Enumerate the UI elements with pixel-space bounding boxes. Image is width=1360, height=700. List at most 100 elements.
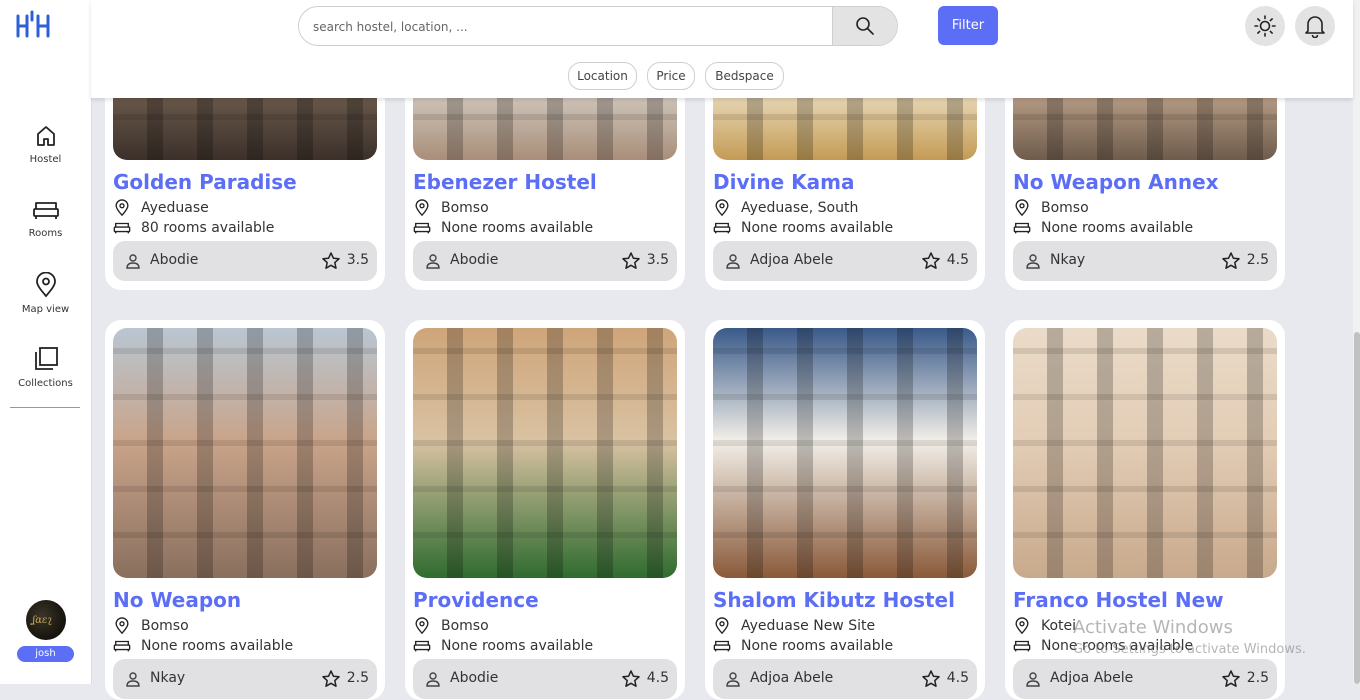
windows-watermark-subtitle: Go to Settings to activate Windows. xyxy=(1073,642,1306,657)
hostel-location-text: Ayeduase, South xyxy=(741,200,859,216)
search-bar xyxy=(298,6,898,46)
app-logo-icon[interactable] xyxy=(14,10,54,40)
bed-icon xyxy=(713,640,731,652)
bed-icon xyxy=(413,222,431,234)
user-icon xyxy=(726,672,740,687)
hostel-card[interactable]: Providence Bomso None rooms available Abodi… xyxy=(405,320,685,700)
hostel-rooms-text: 80 rooms available xyxy=(141,220,275,236)
hostel-rating: 2.5 xyxy=(1246,252,1269,268)
owner-bar: Adjoa Abele 4.5 xyxy=(713,241,977,281)
location-pin-icon xyxy=(1015,617,1029,635)
hostel-rooms-text: None rooms available xyxy=(441,220,594,236)
hostel-photo[interactable] xyxy=(1013,328,1277,578)
windows-watermark-title: Activate Windows xyxy=(1073,617,1233,638)
owner-bar: Abodie 4.5 xyxy=(413,659,677,699)
hostel-photo[interactable] xyxy=(713,328,977,578)
star-icon xyxy=(1222,670,1240,687)
hostel-name[interactable]: Shalom Kibutz Hostel xyxy=(713,588,955,612)
hostel-rooms-text: None rooms available xyxy=(441,638,594,654)
location-pin-icon xyxy=(115,199,129,217)
user-icon xyxy=(426,672,440,687)
bed-icon xyxy=(713,222,731,234)
hostel-location: Bomso xyxy=(413,617,489,635)
hostel-location: Bomso xyxy=(113,617,189,635)
hostel-rating: 3.5 xyxy=(346,252,369,268)
user-icon xyxy=(726,254,740,269)
home-icon xyxy=(36,126,55,146)
chip-bedspace[interactable]: Bedspace xyxy=(705,62,784,90)
hostel-photo[interactable] xyxy=(413,328,677,578)
sidebar-item-label: Collections xyxy=(18,378,73,389)
user-icon xyxy=(426,254,440,269)
hostel-location: Ayeduase New Site xyxy=(713,617,875,635)
hostel-location-text: Ayeduase xyxy=(141,200,209,216)
hostel-card[interactable]: Shalom Kibutz Hostel Ayeduase New Site Non… xyxy=(705,320,985,700)
user-icon xyxy=(126,254,140,269)
hostel-location: Bomso xyxy=(413,199,489,217)
sidebar-item-hostel[interactable]: Hostel xyxy=(0,124,91,165)
sidebar: Hostel Rooms Map view Collections ʆɑɛʅ j… xyxy=(0,0,92,684)
hostel-rating: 3.5 xyxy=(646,252,669,268)
sidebar-item-collections[interactable]: Collections xyxy=(0,346,91,389)
hostel-rooms: None rooms available xyxy=(413,638,593,654)
sidebar-item-label: Hostel xyxy=(29,154,62,165)
search-input[interactable] xyxy=(311,7,825,45)
sidebar-item-rooms[interactable]: Rooms xyxy=(0,198,91,239)
location-pin-icon xyxy=(415,617,429,635)
search-button[interactable] xyxy=(832,7,897,45)
hostel-name[interactable]: Golden Paradise xyxy=(113,170,297,194)
owner-name: Nkay xyxy=(1050,252,1086,268)
theme-toggle-button[interactable] xyxy=(1245,6,1285,46)
bed-icon xyxy=(113,640,131,652)
owner-bar: Nkay 2.5 xyxy=(1013,241,1277,281)
hostel-location: Bomso xyxy=(1013,199,1089,217)
bell-icon xyxy=(1305,16,1325,38)
filter-button[interactable]: Filter xyxy=(938,6,998,45)
bed-icon xyxy=(32,202,59,219)
bed-icon xyxy=(1013,640,1031,652)
hostel-rooms: None rooms available xyxy=(713,220,893,236)
hostel-location: Ayeduase, South xyxy=(713,199,858,217)
avatar[interactable]: ʆɑɛʅ xyxy=(26,600,66,640)
scrollbar-thumb[interactable] xyxy=(1354,332,1360,684)
notifications-button[interactable] xyxy=(1295,6,1335,46)
location-pin-icon xyxy=(715,617,729,635)
hostel-location-text: Bomso xyxy=(441,200,489,216)
location-pin-icon xyxy=(415,199,429,217)
hostel-name[interactable]: No Weapon xyxy=(113,588,241,612)
hostel-name[interactable]: Ebenezer Hostel xyxy=(413,170,597,194)
bed-icon xyxy=(113,222,131,234)
hostel-card[interactable]: No Weapon Bomso None rooms available Nkay 2.… xyxy=(105,320,385,700)
hostel-rooms: None rooms available xyxy=(713,638,893,654)
hostel-location-text: Bomso xyxy=(441,618,489,634)
hostel-rooms: None rooms available xyxy=(413,220,593,236)
location-pin-icon xyxy=(1015,199,1029,217)
hostel-name[interactable]: Divine Kama xyxy=(713,170,854,194)
hostel-name[interactable]: No Weapon Annex xyxy=(1013,170,1219,194)
hostel-location-text: Ayeduase New Site xyxy=(741,618,876,634)
sidebar-item-map-view[interactable]: Map view xyxy=(0,272,91,315)
star-icon xyxy=(922,670,940,687)
map-pin-icon xyxy=(35,272,56,298)
owner-name: Adjoa Abele xyxy=(750,252,834,268)
hostel-location-text: Bomso xyxy=(1041,200,1089,216)
owner-name: Abodie xyxy=(450,252,499,268)
hostel-photo[interactable] xyxy=(113,328,377,578)
location-pin-icon xyxy=(115,617,129,635)
star-icon xyxy=(622,252,640,269)
chip-price[interactable]: Price xyxy=(647,62,695,90)
user-name-badge[interactable]: josh xyxy=(17,646,74,662)
owner-bar: Nkay 2.5 xyxy=(113,659,377,699)
hostel-name[interactable]: Providence xyxy=(413,588,539,612)
location-pin-icon xyxy=(715,199,729,217)
owner-bar: Adjoa Abele 2.5 xyxy=(1013,659,1277,699)
chip-location[interactable]: Location xyxy=(568,62,637,90)
hostel-location: Ayeduase xyxy=(113,199,209,217)
owner-bar: Abodie 3.5 xyxy=(413,241,677,281)
hostel-rooms: 80 rooms available xyxy=(113,220,274,236)
bed-icon xyxy=(413,640,431,652)
hostel-name[interactable]: Franco Hostel New xyxy=(1013,588,1224,612)
owner-bar: Abodie 3.5 xyxy=(113,241,377,281)
hostel-rating: 4.5 xyxy=(946,252,969,268)
sun-icon xyxy=(1254,15,1276,37)
